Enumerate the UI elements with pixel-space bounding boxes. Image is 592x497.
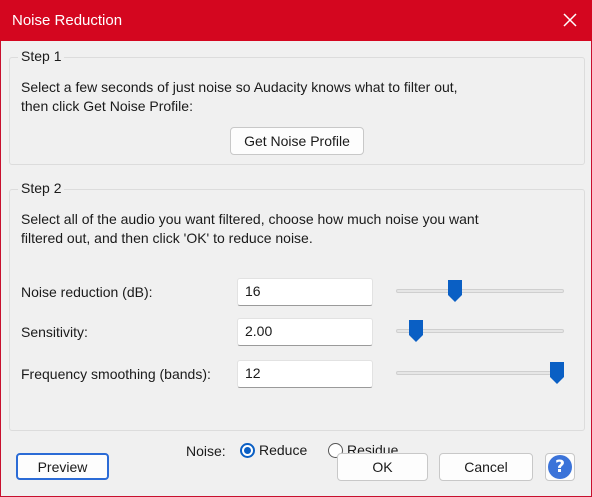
step1-instruction-line2: then click Get Noise Profile:	[21, 98, 193, 114]
sensitivity-label: Sensitivity:	[21, 324, 88, 340]
cancel-button[interactable]: Cancel	[439, 453, 533, 481]
noise-mode-label: Noise:	[186, 443, 226, 459]
help-icon: ?	[548, 455, 572, 479]
get-noise-profile-button[interactable]: Get Noise Profile	[230, 127, 364, 155]
sensitivity-slider-thumb[interactable]	[409, 320, 424, 342]
noise-reduce-radio-label: Reduce	[259, 442, 308, 458]
step1-instruction-line1: Select a few seconds of just noise so Au…	[21, 79, 458, 95]
noise-reduction-slider-thumb[interactable]	[447, 280, 462, 302]
noise-reduction-slider[interactable]	[396, 280, 564, 302]
preview-button[interactable]: Preview	[16, 453, 109, 480]
sensitivity-slider[interactable]	[396, 320, 564, 342]
dialog-body: Step 1 Select a few seconds of just nois…	[1, 41, 591, 496]
step1-group: Step 1 Select a few seconds of just nois…	[9, 48, 585, 165]
frequency-smoothing-slider-track	[396, 371, 564, 375]
step2-instruction-line2: filtered out, and then click 'OK' to red…	[21, 230, 313, 246]
frequency-smoothing-label: Frequency smoothing (bands):	[21, 366, 211, 382]
sensitivity-field[interactable]: 2.00	[237, 318, 373, 346]
noise-reduction-slider-track	[396, 289, 564, 293]
title-bar: Noise Reduction	[0, 0, 592, 41]
noise-reduction-label: Noise reduction (dB):	[21, 284, 153, 300]
close-icon[interactable]	[562, 12, 578, 28]
frequency-smoothing-field[interactable]: 12	[237, 360, 373, 388]
step2-group: Step 2 Select all of the audio you want …	[9, 180, 585, 459]
ok-button[interactable]: OK	[337, 453, 428, 481]
noise-reduce-radio-circle[interactable]	[240, 442, 255, 458]
step2-legend: Step 2	[18, 180, 65, 196]
frequency-smoothing-slider[interactable]	[396, 362, 565, 384]
step2-instruction-line1: Select all of the audio you want filtere…	[21, 211, 479, 227]
noise-reduce-radio[interactable]: Reduce	[240, 442, 307, 458]
frequency-smoothing-slider-thumb[interactable]	[550, 362, 565, 384]
window-title: Noise Reduction	[12, 12, 123, 29]
help-button[interactable]: ?	[545, 453, 575, 481]
noise-reduction-field[interactable]: 16	[237, 278, 373, 306]
step1-legend: Step 1	[18, 48, 65, 64]
